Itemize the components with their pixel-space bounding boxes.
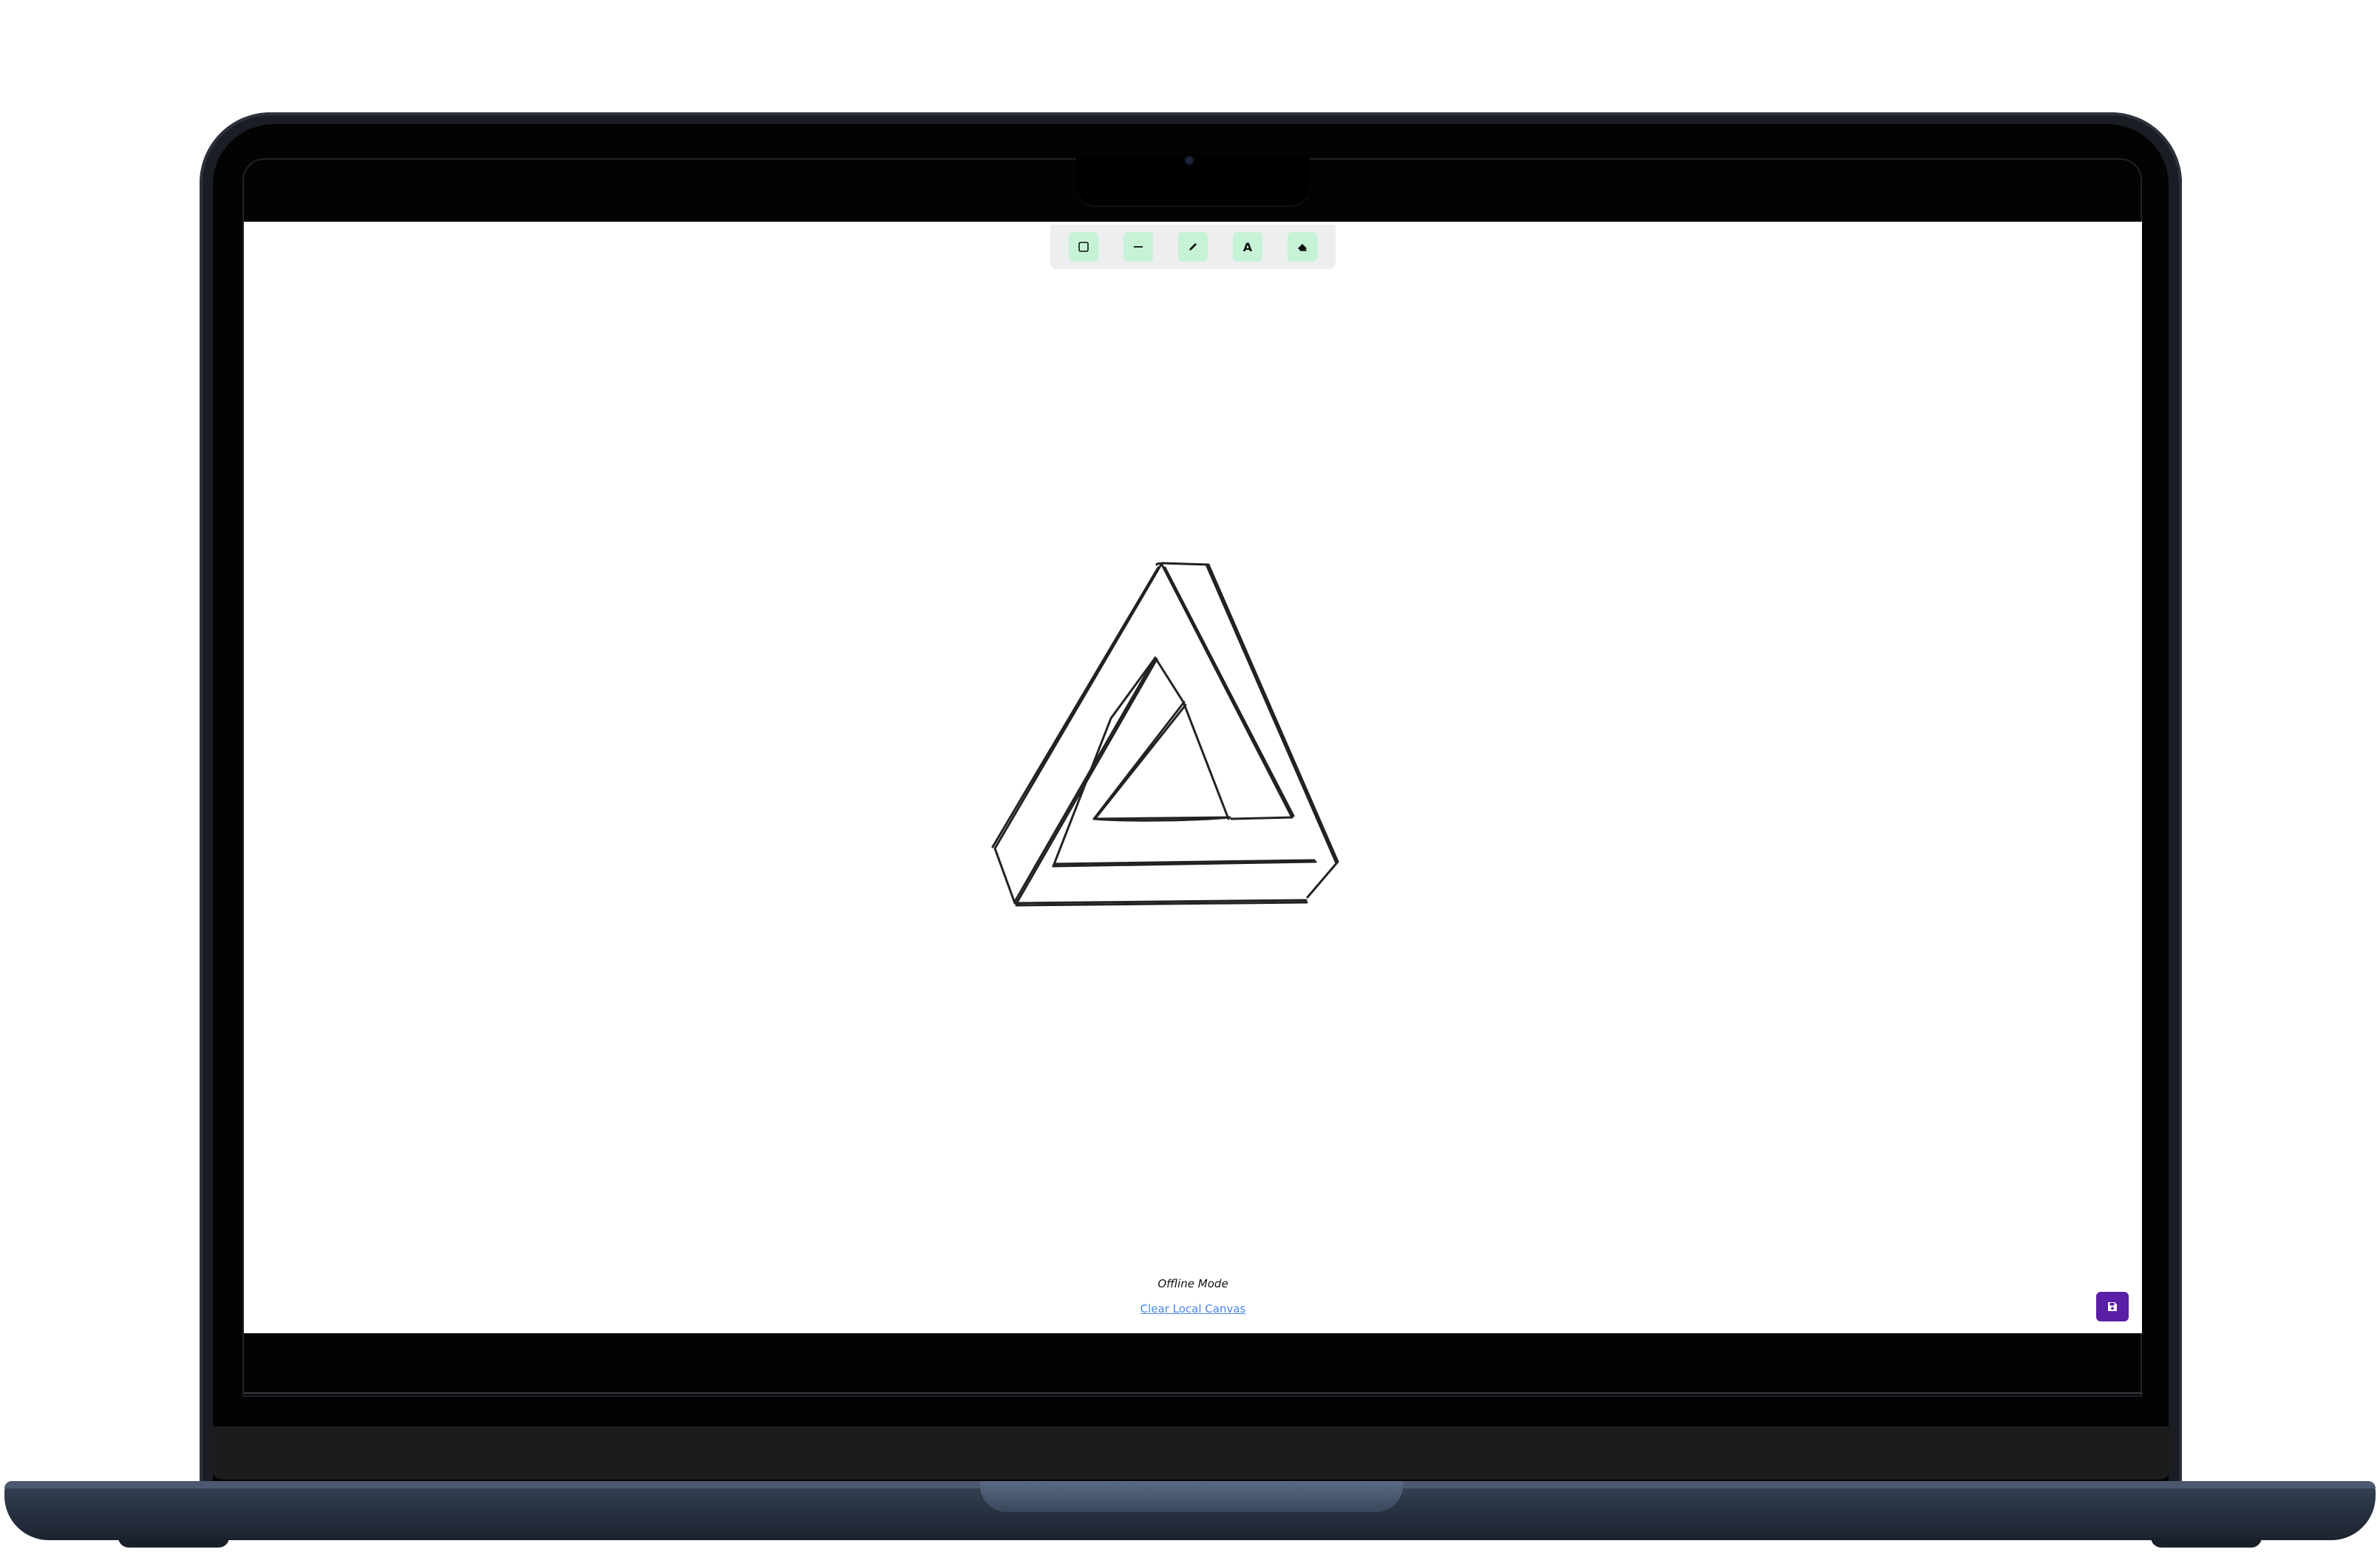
pencil-tool-button[interactable] <box>1178 232 1208 262</box>
sketch-stroke <box>1161 565 1293 820</box>
offline-mode-label: Offline Mode <box>1157 1277 1228 1290</box>
laptop-foot-left <box>118 1537 229 1548</box>
camera-icon <box>1186 157 1193 164</box>
eraser-icon <box>1298 244 1307 251</box>
pencil-icon <box>1189 243 1197 251</box>
line-icon <box>1134 246 1143 248</box>
text-icon: A <box>1242 239 1253 254</box>
sketch-stroke <box>1163 566 1295 817</box>
laptop-chin <box>210 1426 2172 1480</box>
sketch-stroke <box>1154 656 1230 820</box>
eraser-tool-button[interactable] <box>1288 232 1317 262</box>
camera-notch <box>1076 155 1310 205</box>
sketch-stroke <box>993 562 1163 905</box>
save-button[interactable] <box>2096 1292 2129 1321</box>
sketch-stroke <box>1092 701 1230 820</box>
laptop-foot-right <box>2151 1537 2262 1548</box>
drawing-canvas[interactable] <box>244 222 2142 1333</box>
drawing-toolbar: A <box>1050 225 1336 269</box>
whiteboard-screen[interactable]: A Offline Mode Clear Local Canvas <box>244 222 2142 1333</box>
clear-local-canvas-link[interactable]: Clear Local Canvas <box>1140 1302 1246 1316</box>
clear-canvas-container: Clear Local Canvas <box>244 1302 2142 1316</box>
text-tool-button[interactable]: A <box>1233 232 1262 262</box>
sketch-stroke <box>1155 562 1210 566</box>
sketch-stroke <box>991 566 1160 848</box>
laptop-mockup: A Offline Mode Clear Local Canvas <box>0 0 2380 1552</box>
line-tool-button[interactable] <box>1123 232 1153 262</box>
laptop-open-notch <box>980 1481 1403 1512</box>
screen-edge <box>244 1392 2142 1394</box>
rectangle-tool-button[interactable] <box>1069 232 1098 262</box>
square-icon <box>1078 242 1089 252</box>
floppy-disk-icon <box>2108 1302 2117 1311</box>
